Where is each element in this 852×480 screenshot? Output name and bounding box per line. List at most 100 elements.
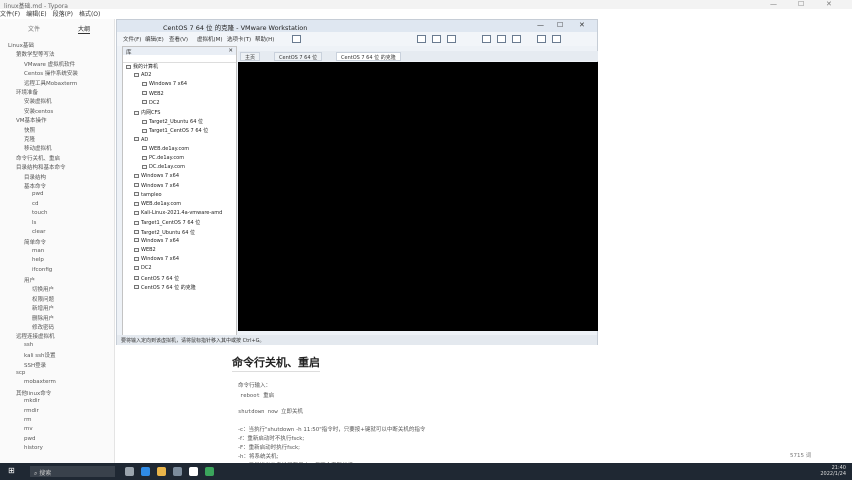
outline-item[interactable]: ifconfig [32, 267, 52, 273]
outline-item[interactable]: Linux基础 [8, 41, 34, 49]
unity-icon[interactable] [552, 35, 561, 43]
outline-item[interactable]: 权限问题 [32, 295, 54, 303]
outline-item[interactable]: mv [24, 426, 33, 432]
outline-item[interactable]: mkdir [24, 398, 40, 404]
minimize-icon[interactable]: — [770, 0, 777, 8]
vm-tab[interactable]: CentOS 7 64 位 [274, 52, 323, 61]
outline-item[interactable]: 快照 [24, 126, 35, 134]
console-view-icon[interactable] [512, 35, 521, 43]
thumbnail-view-icon[interactable] [497, 35, 506, 43]
vmware-minimize-icon[interactable]: — [537, 21, 544, 29]
typora-menu-item[interactable]: 编辑(E) [26, 9, 46, 18]
outline-item[interactable]: man [32, 248, 44, 254]
outline-item[interactable]: VM基本操作 [16, 116, 47, 124]
outline-item[interactable]: 目录结构 [24, 173, 46, 181]
outline-item[interactable]: pwd [24, 436, 35, 442]
vmware-menu-item[interactable]: 帮助(H) [255, 35, 274, 43]
outline-item[interactable]: 克隆 [24, 135, 35, 143]
outline-item[interactable]: SSH登录 [24, 361, 46, 369]
vm-tree-item[interactable]: WEB2 [142, 91, 164, 97]
vm-tree-item[interactable]: WEB.de1ay.com [142, 146, 189, 152]
vm-tree-item[interactable]: Windows 7 x64 [134, 256, 179, 262]
tab-files[interactable]: 文件 [28, 24, 40, 33]
vm-tree-item[interactable]: Windows 7 x64 [142, 81, 187, 87]
vm-tree-item[interactable]: DC2 [134, 265, 152, 271]
typora-menu-item[interactable]: 格式(O) [79, 9, 100, 18]
vm-tree-item[interactable]: Target2_Ubuntu 64 位 [142, 118, 203, 125]
vm-tree-item[interactable]: Kali-Linux-2021.4a-vmware-amd [134, 210, 222, 216]
manage-snapshots-icon[interactable] [447, 35, 456, 43]
windows-start-icon[interactable]: ⊞ [8, 466, 15, 475]
vm-tree-item[interactable]: 我的计算机 [126, 63, 158, 70]
app-icon[interactable] [205, 467, 214, 476]
outline-item[interactable]: 用户 [24, 276, 35, 284]
vm-tree-item[interactable]: AD [134, 137, 148, 143]
outline-item[interactable]: ls [32, 220, 36, 226]
vm-tree-item[interactable]: 内网CFS [134, 109, 160, 116]
outline-item[interactable]: 安装虚拟机 [24, 97, 52, 105]
vm-tree-item[interactable]: AD2 [134, 72, 151, 78]
library-search-input[interactable] [123, 55, 236, 63]
outline-item[interactable]: scp [16, 370, 25, 376]
typora-menu-item[interactable]: 文件(F) [0, 9, 20, 18]
close-icon[interactable]: ✕ [826, 0, 832, 8]
vm-tree-item[interactable]: tampleo [134, 192, 162, 198]
outline-item[interactable]: 新增用户 [32, 304, 54, 312]
vmware-menu-item[interactable]: 编辑(E) [145, 35, 164, 43]
outline-item[interactable]: Centos 操作系统安装 [24, 69, 78, 77]
vm-tab[interactable]: CentOS 7 64 位 的克隆 [336, 52, 401, 61]
outline-item[interactable]: cd [32, 201, 39, 207]
outline-item[interactable]: rm [24, 417, 32, 423]
vm-tree-item[interactable]: Windows 7 x64 [134, 183, 179, 189]
vm-tree-item[interactable]: CentOS 7 64 位 的克隆 [134, 284, 196, 291]
library-view-icon[interactable] [482, 35, 491, 43]
vm-tree-item[interactable]: Target1_CentOS 7 64 位 [134, 219, 200, 226]
vm-tree-item[interactable]: PC.de1ay.com [142, 155, 184, 161]
outline-item[interactable]: 切换用户 [32, 285, 54, 293]
outline-item[interactable]: clear [32, 229, 46, 235]
outline-item[interactable]: rmdir [24, 408, 39, 414]
vmware-taskbar-icon[interactable] [173, 467, 182, 476]
vm-console-screen[interactable] [238, 62, 598, 331]
outline-item[interactable]: 目录结构和基本命令 [16, 163, 66, 171]
vm-tree-item[interactable]: WEB.de1ay.com [134, 201, 181, 207]
snapshot-icon[interactable] [417, 35, 426, 43]
outline-item[interactable]: 命令行关机、重启 [16, 154, 60, 162]
vm-tree-item[interactable]: Target2_Ubuntu 64 位 [134, 229, 195, 236]
document-content[interactable]: 命令行关机、重启 命令行输入： reboot 重启 shutdown now 立即关… [200, 345, 760, 469]
outline-item[interactable]: 移动虚拟机 [24, 144, 52, 152]
outline-item[interactable]: 修改密码 [32, 323, 54, 331]
outline-item[interactable]: mobaxterm [24, 379, 56, 385]
vm-tree-item[interactable]: DC2 [142, 100, 160, 106]
edge-icon[interactable] [141, 467, 150, 476]
outline-item[interactable]: 简单命令 [24, 238, 46, 246]
vmware-menu-item[interactable]: 查看(V) [169, 35, 188, 43]
word-count[interactable]: 5715 词 [790, 451, 811, 459]
outline-item[interactable]: ssh [24, 342, 33, 348]
typora-taskbar-icon[interactable] [189, 467, 198, 476]
vmware-menu-item[interactable]: 选项卡(T) [227, 35, 251, 43]
system-clock[interactable]: 21:40 2022/1/24 [820, 465, 846, 477]
vm-tree-item[interactable]: WEB2 [134, 247, 156, 253]
fullscreen-icon[interactable] [537, 35, 546, 43]
power-icon[interactable] [292, 35, 301, 43]
outline-item[interactable]: VMware 虚拟机软件 [24, 60, 75, 68]
vmware-close-icon[interactable]: ✕ [579, 21, 585, 29]
vm-tree-item[interactable]: CentOS 7 64 位 [134, 275, 179, 282]
outline-item[interactable]: history [24, 445, 43, 451]
maximize-icon[interactable]: ☐ [798, 0, 804, 8]
outline-item[interactable]: pwd [32, 191, 43, 197]
vm-tree-item[interactable]: Target1_CentOS 7 64 位 [142, 127, 208, 134]
vmware-maximize-icon[interactable]: ☐ [557, 21, 563, 29]
vm-tab[interactable]: 主页 [240, 52, 261, 61]
outline-item[interactable]: 删除用户 [32, 314, 54, 322]
vmware-menu-item[interactable]: 虚拟机(M) [197, 35, 223, 43]
taskbar-search[interactable]: ⌕ 搜索 [30, 466, 115, 477]
outline-item[interactable]: 安装centos [24, 107, 53, 115]
outline-item[interactable]: 其他linux命令 [16, 389, 51, 397]
outline-item[interactable]: 基本命令 [24, 182, 46, 190]
library-close-icon[interactable]: ✕ [228, 48, 233, 54]
vm-tree-item[interactable]: DC.de1ay.com [142, 164, 185, 170]
task-view-icon[interactable] [125, 467, 134, 476]
tab-outline[interactable]: 大纲 [78, 24, 91, 34]
